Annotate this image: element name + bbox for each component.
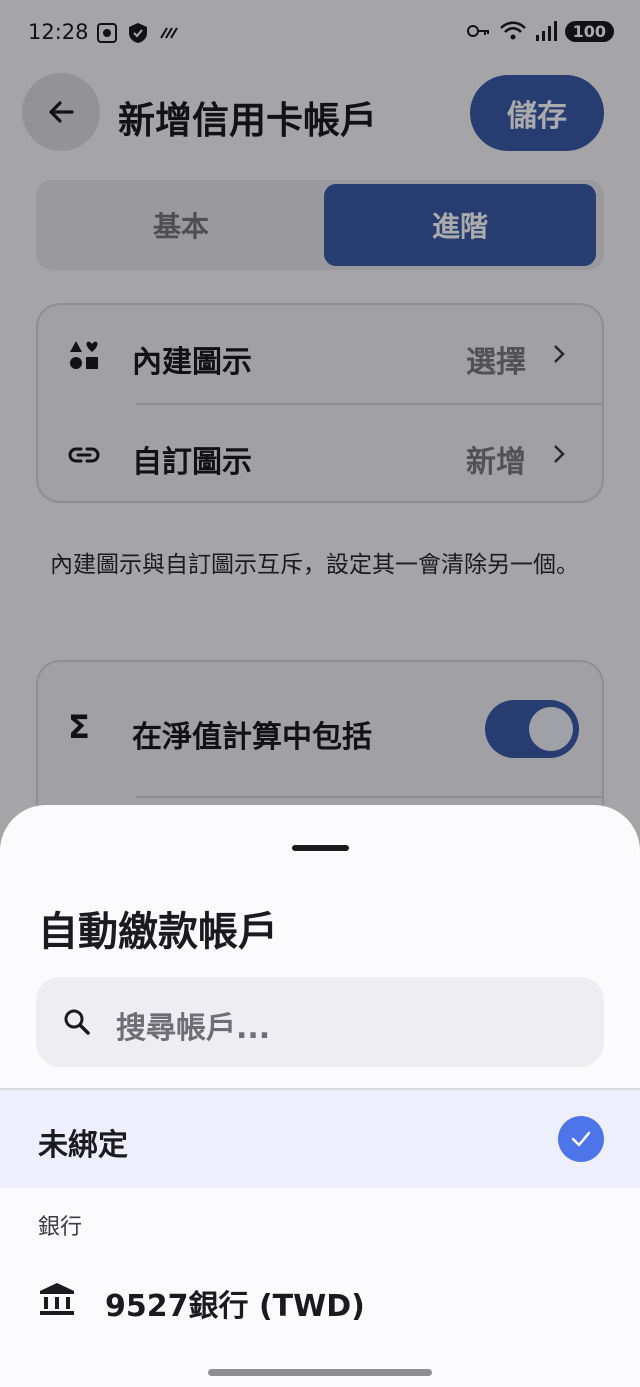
search-placeholder: 搜尋帳戶... [116, 1011, 271, 1046]
search-field[interactable]: 搜尋帳戶... [36, 977, 604, 1067]
check-icon [558, 1116, 604, 1162]
option-bank-account[interactable]: 9527銀行 (TWD) [0, 1255, 640, 1345]
bank-icon [40, 1283, 74, 1315]
search-icon [64, 1009, 90, 1035]
home-indicator[interactable] [208, 1369, 432, 1376]
option-unbound-label: 未綁定 [38, 1128, 128, 1163]
sheet-title: 自動繳款帳戶 [38, 909, 278, 955]
bottom-sheet: 自動繳款帳戶 搜尋帳戶... 未綁定 銀行 9527銀行 (TWD) [0, 805, 640, 1387]
option-unbound[interactable]: 未綁定 [0, 1090, 640, 1188]
bank-account-label: 9527銀行 (TWD) [105, 1289, 365, 1324]
drag-handle[interactable] [292, 845, 349, 851]
group-label-bank: 銀行 [38, 1215, 83, 1240]
